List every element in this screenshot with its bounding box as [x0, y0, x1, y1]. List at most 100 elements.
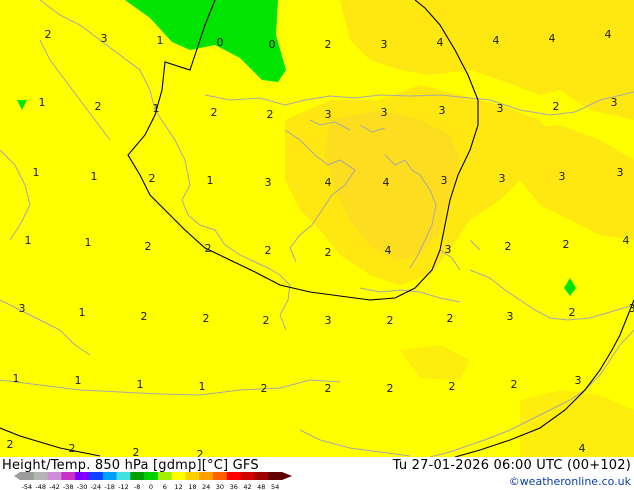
scale-swatch — [47, 472, 62, 480]
scale-swatch — [20, 472, 35, 480]
isotherm-value: 2 — [203, 312, 210, 325]
isotherm-value: 3 — [265, 176, 272, 189]
isotherm-value: 4 — [549, 32, 556, 45]
isotherm-value: 2 — [553, 100, 560, 113]
isotherm-value: 3 — [559, 170, 566, 183]
isotherm-value: 2 — [141, 310, 148, 323]
scale-swatch — [157, 472, 173, 480]
isotherm-value: 2 — [197, 448, 204, 457]
isotherm-value: 3 — [19, 302, 26, 315]
isotherm-value: 4 — [579, 442, 586, 455]
isotherm-value: 2 — [325, 38, 332, 51]
scale-label: 54 — [271, 483, 279, 490]
isotherm-value: 2 — [387, 382, 394, 395]
map-canvas: 2 3 1 0 0 2 3 4 4 4 4 1 2 1 2 2 3 3 3 3 2 3 1 1 2 1 3 4 4 3 3 3 3 1 1 2 2 2 2 4… — [0, 0, 634, 457]
isotherm-value: 3 — [629, 302, 634, 315]
isotherm-value: 3 — [507, 310, 514, 323]
scale-label: 6 — [163, 483, 167, 490]
scale-swatch — [61, 472, 76, 480]
temperature-color-scale: -54 -48 -42 -38 -30 -24 -18 -12 -8 0 6 12 18 24 30 36 42… — [14, 472, 292, 490]
isotherm-value: 2 — [449, 380, 456, 393]
isotherm-value: 1 — [153, 102, 160, 115]
isotherm-value: 4 — [623, 234, 630, 247]
scale-label: 0 — [149, 483, 153, 490]
isotherm-value: 3 — [497, 102, 504, 115]
isotherm-value: 3 — [381, 106, 388, 119]
isotherm-value: 1 — [13, 372, 20, 385]
isotherm-value: 2 — [325, 382, 332, 395]
scale-swatch — [88, 472, 104, 480]
isotherm-value: 1 — [85, 236, 92, 249]
isotherm-value: 3 — [575, 374, 582, 387]
isotherm-value: 3 — [325, 108, 332, 121]
scale-swatch — [171, 472, 186, 480]
isotherm-value: 4 — [383, 176, 390, 189]
scale-swatch — [213, 472, 228, 480]
isotherm-value: 2 — [95, 100, 102, 113]
scale-label: -18 — [104, 483, 115, 490]
isotherm-value: 4 — [385, 244, 392, 257]
isotherm-value: 0 — [217, 36, 224, 49]
scale-label: -38 — [63, 483, 74, 490]
isotherm-value: 4 — [325, 176, 332, 189]
isotherm-value: 2 — [387, 314, 394, 327]
isotherm-value: 3 — [441, 174, 448, 187]
scale-swatch — [130, 472, 145, 480]
isotherm-value: 4 — [437, 36, 444, 49]
isotherm-value: 1 — [207, 174, 214, 187]
isotherm-value: 3 — [381, 38, 388, 51]
weather-map: 2 3 1 0 0 2 3 4 4 4 4 1 2 1 2 2 3 3 3 3 2 3 1 1 2 1 3 4 4 3 3 3 3 1 1 2 2 2 2 4… — [0, 0, 634, 457]
map-title: Height/Temp. 850 hPa [gdmp][°C] GFS — [2, 458, 259, 473]
scale-label: 24 — [202, 483, 210, 490]
scale-label: 30 — [216, 483, 224, 490]
isotherm-value: 2 — [263, 314, 270, 327]
isotherm-value: 2 — [211, 106, 218, 119]
scale-swatch — [75, 472, 90, 480]
scale-swatch — [240, 472, 255, 480]
isotherm-value: 2 — [45, 28, 52, 41]
isotherm-value: 2 — [205, 242, 212, 255]
scale-label: -42 — [49, 483, 60, 490]
scale-swatch — [33, 472, 49, 480]
isotherm-value: 3 — [445, 243, 452, 256]
isotherm-value: 1 — [25, 234, 32, 247]
isotherm-value: 2 — [267, 108, 274, 121]
isotherm-value: 1 — [91, 170, 98, 183]
scale-swatch — [268, 472, 283, 480]
scale-label: 42 — [243, 483, 251, 490]
isotherm-value: 2 — [133, 446, 140, 457]
scale-swatch — [254, 472, 269, 480]
scale-label: 18 — [188, 483, 196, 490]
isotherm-value: 2 — [569, 306, 576, 319]
scale-arrow-right — [282, 472, 292, 480]
isotherm-value: 2 — [563, 238, 570, 251]
isotherm-value: 1 — [75, 374, 82, 387]
scale-swatch — [116, 472, 131, 480]
scale-label: -8 — [134, 483, 140, 490]
scale-label: 12 — [174, 483, 182, 490]
credit-link[interactable]: ©weatheronline.co.uk — [509, 475, 631, 488]
isotherm-value: 2 — [505, 240, 512, 253]
isotherm-value: 1 — [199, 380, 206, 393]
isotherm-value: 2 — [511, 378, 518, 391]
scale-label: -30 — [77, 483, 88, 490]
isotherm-value: 1 — [157, 34, 164, 47]
scale-arrow-left — [14, 472, 20, 480]
scale-swatch — [144, 472, 159, 480]
isotherm-value: 3 — [325, 314, 332, 327]
isotherm-value: 3 — [499, 172, 506, 185]
scale-swatch — [102, 472, 118, 480]
isotherm-value: 3 — [617, 166, 624, 179]
isotherm-value: 1 — [137, 378, 144, 391]
isotherm-value: 4 — [605, 28, 612, 41]
scale-label: 36 — [230, 483, 238, 490]
scale-label: 48 — [257, 483, 265, 490]
isotherm-value: 2 — [7, 438, 14, 451]
isotherm-value: 2 — [69, 442, 76, 455]
scale-label: -54 — [22, 483, 33, 490]
isotherm-value: 1 — [39, 96, 46, 109]
isotherm-value: 2 — [261, 382, 268, 395]
isotherm-value: 2 — [145, 240, 152, 253]
isotherm-value: 4 — [493, 34, 500, 47]
scale-label: -24 — [91, 483, 102, 490]
